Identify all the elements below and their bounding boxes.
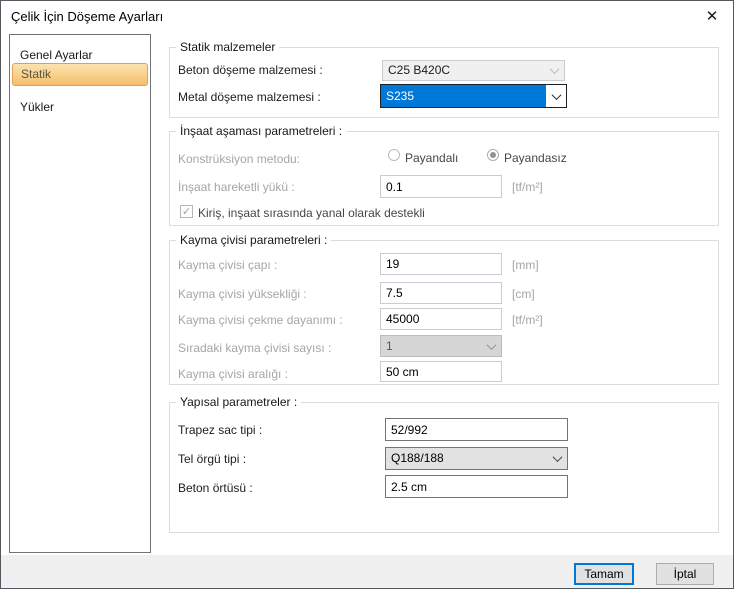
stud-height-label: Kayma çivisi yüksekliği : (178, 287, 307, 301)
stud-count-label: Sıradaki kayma çivisi sayısı : (178, 341, 331, 355)
stud-tensile-unit: [tf/m²] (512, 313, 543, 327)
concrete-material-select[interactable]: C25 B420C (382, 60, 565, 81)
stud-tensile-label: Kayma çivisi çekme dayanımı : (178, 313, 343, 327)
stud-count-value: 1 (381, 336, 481, 356)
metal-material-label: Metal döşeme malzemesi : (178, 90, 321, 104)
close-icon[interactable]: ✕ (699, 5, 725, 29)
beam-support-checkbox[interactable]: ✓ (180, 205, 193, 218)
radio-payandali[interactable] (388, 149, 400, 161)
radio-payandasiz-label: Payandasız (504, 151, 567, 165)
live-load-unit: [tf/m²] (512, 180, 543, 194)
button-bar: Tamam İptal (1, 555, 733, 589)
group-static-materials: Statik malzemeler Beton döşeme malzemesi… (169, 47, 719, 118)
slab-settings-dialog: Çelik İçin Döşeme Ayarları ✕ Genel Ayarl… (0, 0, 734, 589)
wire-mesh-select[interactable]: Q188/188 (385, 447, 568, 470)
metal-material-value: S235 (381, 85, 546, 107)
group-title: Statik malzemeler (176, 40, 279, 54)
dialog-title: Çelik İçin Döşeme Ayarları (11, 9, 163, 24)
chevron-down-icon[interactable] (544, 61, 564, 80)
radio-payandasiz[interactable] (487, 149, 499, 161)
group-title: Kayma çivisi parametreleri : (176, 233, 331, 247)
wire-mesh-label: Tel örgü tipi : (178, 452, 246, 466)
chevron-down-icon[interactable] (547, 448, 567, 469)
concrete-cover-label: Beton örtüsü : (178, 481, 253, 495)
group-title: Yapısal parametreler : (176, 395, 301, 409)
group-title: İnşaat aşaması parametreleri : (176, 124, 346, 138)
title-bar: Çelik İçin Döşeme Ayarları ✕ (1, 1, 733, 32)
radio-payandali-label: Payandalı (405, 151, 458, 165)
beam-support-label: Kiriş, inşaat sırasında yanal olarak des… (198, 206, 425, 220)
ok-button[interactable]: Tamam (574, 563, 634, 585)
deck-type-input[interactable] (385, 418, 568, 441)
cancel-button[interactable]: İptal (656, 563, 714, 585)
group-construction-stage: İnşaat aşaması parametreleri : Konstrüks… (169, 131, 719, 226)
group-shear-stud: Kayma çivisi parametreleri : Kayma çivis… (169, 240, 719, 385)
stud-diameter-label: Kayma çivisi çapı : (178, 258, 277, 272)
stud-spacing-input[interactable] (380, 361, 502, 382)
concrete-cover-input[interactable] (385, 475, 568, 498)
stud-diameter-unit: [mm] (512, 258, 539, 272)
wire-mesh-value: Q188/188 (386, 448, 547, 469)
deck-type-label: Trapez sac tipi : (178, 423, 262, 437)
sidebar-item-yukler[interactable]: Yükler (12, 96, 148, 119)
construction-method-label: Konstrüksiyon metodu: (178, 152, 300, 166)
metal-material-select[interactable]: S235 (380, 84, 567, 108)
sidebar-item-statik[interactable]: Statik (12, 63, 148, 86)
stud-height-unit: [cm] (512, 287, 535, 301)
chevron-down-icon[interactable] (481, 336, 501, 356)
live-load-input[interactable] (380, 175, 502, 198)
live-load-label: İnşaat hareketli yükü : (178, 180, 295, 194)
concrete-material-value: C25 B420C (383, 61, 544, 80)
stud-diameter-input[interactable] (380, 253, 502, 275)
group-structural: Yapısal parametreler : Trapez sac tipi :… (169, 402, 719, 533)
stud-spacing-label: Kayma çivisi aralığı : (178, 367, 288, 381)
chevron-down-icon[interactable] (546, 85, 566, 107)
stud-height-input[interactable] (380, 282, 502, 304)
stud-count-select[interactable]: 1 (380, 335, 502, 357)
concrete-material-label: Beton döşeme malzemesi : (178, 63, 323, 77)
category-list: Genel Ayarlar Statik Yükler (9, 34, 151, 553)
stud-tensile-input[interactable] (380, 308, 502, 330)
